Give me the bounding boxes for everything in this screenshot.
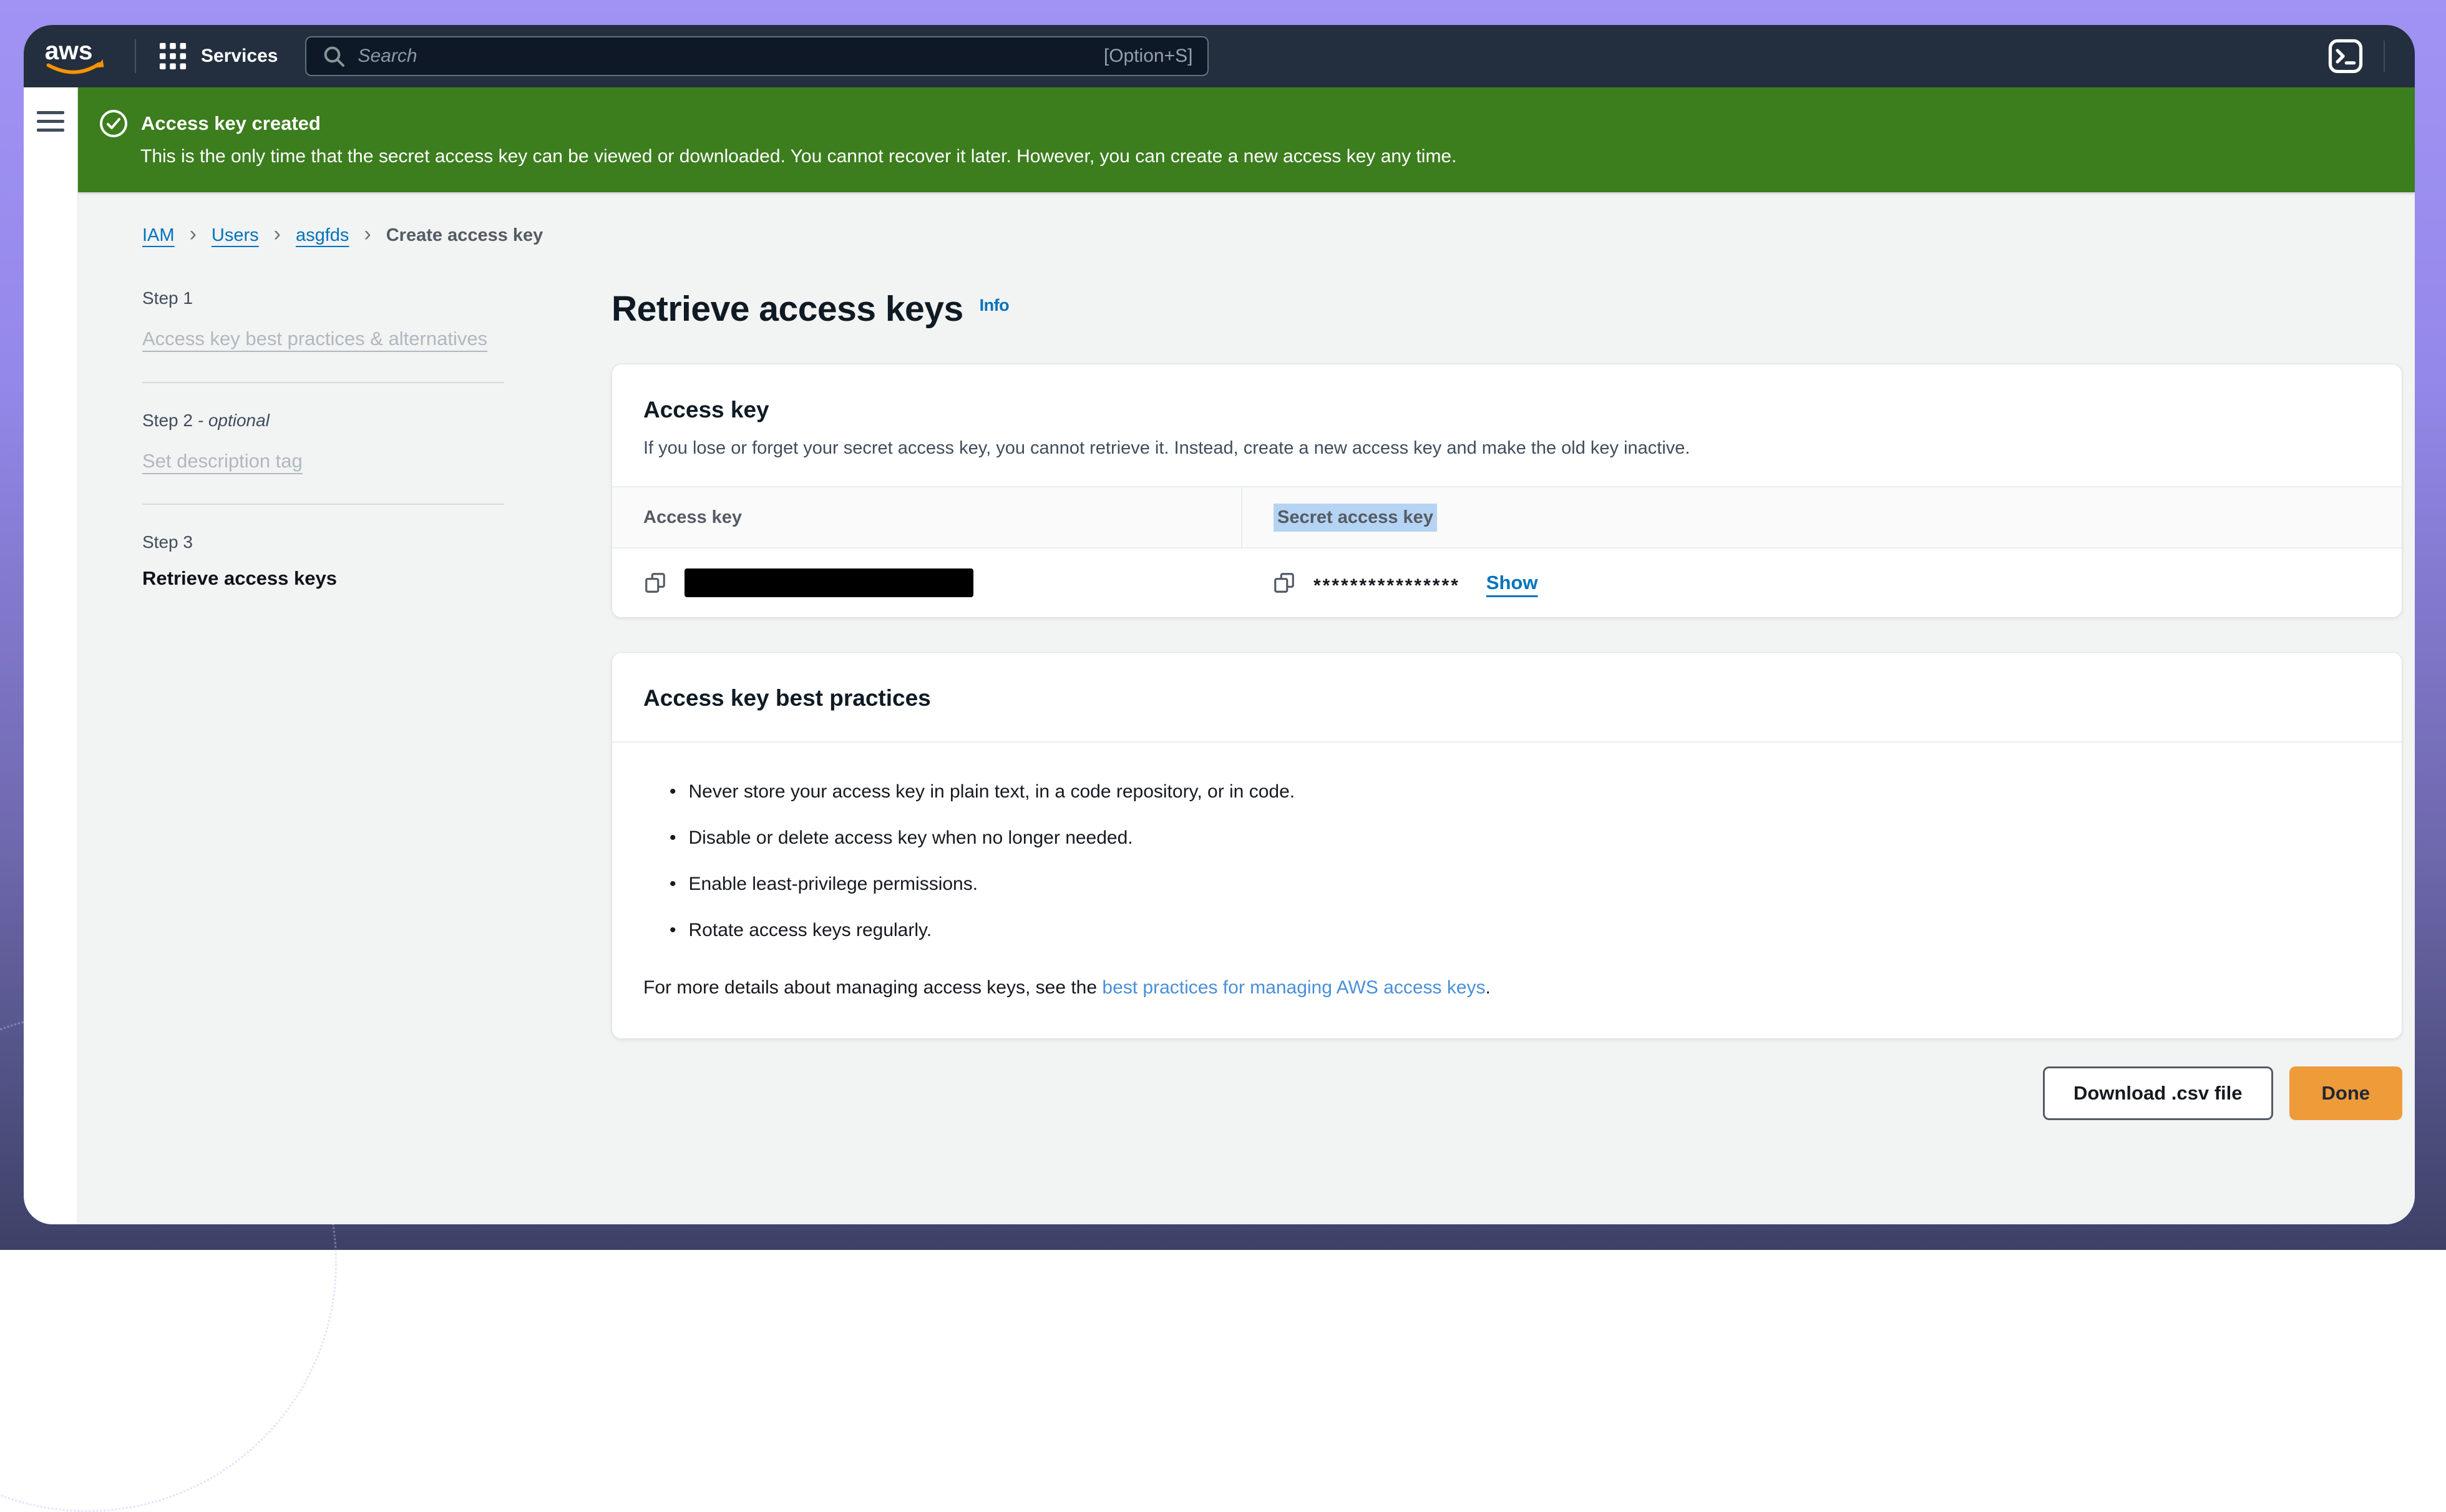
step-divider xyxy=(142,504,504,505)
bullet-dot: • xyxy=(670,920,676,941)
breadcrumb-separator: › xyxy=(190,223,197,245)
services-label: Services xyxy=(201,46,278,67)
best-practices-link[interactable]: best practices for managing AWS access k… xyxy=(1102,977,1485,998)
topbar-right-divider xyxy=(2384,41,2385,72)
best-practices-title: Access key best practices xyxy=(643,685,2370,711)
breadcrumb-current: Create access key xyxy=(386,225,543,246)
done-button[interactable]: Done xyxy=(2289,1066,2403,1120)
step-2-number: Step 2 xyxy=(142,411,193,430)
list-item: • Disable or delete access key when no lo… xyxy=(670,827,2370,849)
access-key-card-description: If you lose or forget your secret access… xyxy=(643,438,2370,459)
search-input[interactable]: Search [Option+S] xyxy=(305,36,1209,76)
footer-actions: Download .csv file Done xyxy=(612,1066,2402,1120)
main-area: Access key created This is the only time… xyxy=(78,87,2415,1224)
best-practices-list: • Never store your access key in plain te… xyxy=(670,781,2370,941)
desktop-background: aws Services Search xyxy=(0,0,2446,1250)
banner-title: Access key created xyxy=(141,112,321,135)
list-item: • Enable least-privilege permissions. xyxy=(670,874,2370,895)
cloudshell-button[interactable] xyxy=(2326,37,2365,76)
key-table-row: **************** Show xyxy=(612,549,2402,617)
breadcrumb-link-iam[interactable]: IAM xyxy=(142,225,175,246)
step-2-optional: - optional xyxy=(198,411,270,430)
bullet-text: Disable or delete access key when no lon… xyxy=(689,827,1133,849)
info-link[interactable]: Info xyxy=(980,296,1009,315)
download-csv-button[interactable]: Download .csv file xyxy=(2043,1066,2273,1120)
best-practices-footer: For more details about managing access k… xyxy=(643,977,2370,998)
search-placeholder: Search xyxy=(358,46,1092,67)
breadcrumb: IAM › Users › asgfds › Create access key xyxy=(142,225,2402,246)
success-banner: Access key created This is the only time… xyxy=(78,87,2415,192)
cloudshell-terminal-icon xyxy=(2326,37,2365,76)
copy-secret-key-icon[interactable] xyxy=(1272,571,1296,595)
bullet-text: Enable least-privilege permissions. xyxy=(689,874,978,895)
hamburger-menu-icon[interactable] xyxy=(37,111,64,132)
bullet-text: Rotate access keys regularly. xyxy=(689,920,932,941)
column-header-access-key: Access key xyxy=(612,507,1241,528)
check-circle-icon xyxy=(99,109,129,139)
show-secret-link[interactable]: Show xyxy=(1486,572,1538,594)
access-key-card: Access key If you lose or forget your se… xyxy=(612,364,2402,618)
best-practices-card: Access key best practices • Never store y… xyxy=(612,652,2402,1039)
breadcrumb-link-user[interactable]: asgfds xyxy=(296,225,349,246)
step-2-link[interactable]: Set description tag xyxy=(142,450,303,472)
column-header-secret-access-key: Secret access key xyxy=(1241,487,2402,547)
side-nav-rail xyxy=(24,87,78,1224)
aws-logo[interactable]: aws xyxy=(40,33,112,79)
bullet-dot: • xyxy=(670,874,676,895)
footer-text: For more details about managing access k… xyxy=(643,977,1102,998)
aws-logo-icon: aws xyxy=(40,33,112,79)
topbar-divider xyxy=(135,39,136,73)
breadcrumb-separator: › xyxy=(364,223,371,245)
aws-top-nav: aws Services Search xyxy=(24,25,2415,87)
copy-access-key-icon[interactable] xyxy=(643,571,667,595)
steps-nav: Step 1 Access key best practices & alter… xyxy=(142,288,504,590)
list-item: • Never store your access key in plain te… xyxy=(670,781,2370,802)
breadcrumb-link-users[interactable]: Users xyxy=(212,225,259,246)
services-menu-button[interactable]: Services xyxy=(158,42,278,71)
banner-message: This is the only time that the secret ac… xyxy=(140,146,2377,167)
search-keyboard-shortcut: [Option+S] xyxy=(1104,46,1193,67)
step-3-current: Retrieve access keys xyxy=(142,567,504,590)
masked-secret-key: **************** xyxy=(1313,575,1460,597)
search-icon xyxy=(321,44,346,69)
step-divider xyxy=(142,382,504,383)
aws-console-window: aws Services Search xyxy=(24,25,2415,1224)
page-content: IAM › Users › asgfds › Create access key… xyxy=(78,192,2415,1224)
step-3-label: Step 3 xyxy=(142,532,504,552)
step-2-label: Step 2 - optional xyxy=(142,411,504,431)
redacted-access-key-value xyxy=(685,568,973,597)
page-title: Retrieve access keys Info xyxy=(612,288,2402,329)
list-item: • Rotate access keys regularly. xyxy=(670,920,2370,941)
key-table-header: Access key Secret access key xyxy=(612,486,2402,549)
page-title-text: Retrieve access keys xyxy=(612,289,963,329)
bullet-dot: • xyxy=(670,827,676,849)
step-1-link[interactable]: Access key best practices & alternatives xyxy=(142,328,487,349)
services-grid-icon xyxy=(158,42,187,71)
access-key-card-title: Access key xyxy=(643,397,2370,423)
main-column: Retrieve access keys Info Access key If y… xyxy=(612,288,2402,1120)
breadcrumb-separator: › xyxy=(274,223,281,245)
bullet-text: Never store your access key in plain tex… xyxy=(689,781,1295,802)
svg-text:aws: aws xyxy=(45,36,93,65)
selected-text-highlight: Secret access key xyxy=(1274,504,1437,532)
bullet-dot: • xyxy=(670,781,676,802)
step-1-label: Step 1 xyxy=(142,288,504,308)
footer-text: . xyxy=(1486,977,1491,998)
